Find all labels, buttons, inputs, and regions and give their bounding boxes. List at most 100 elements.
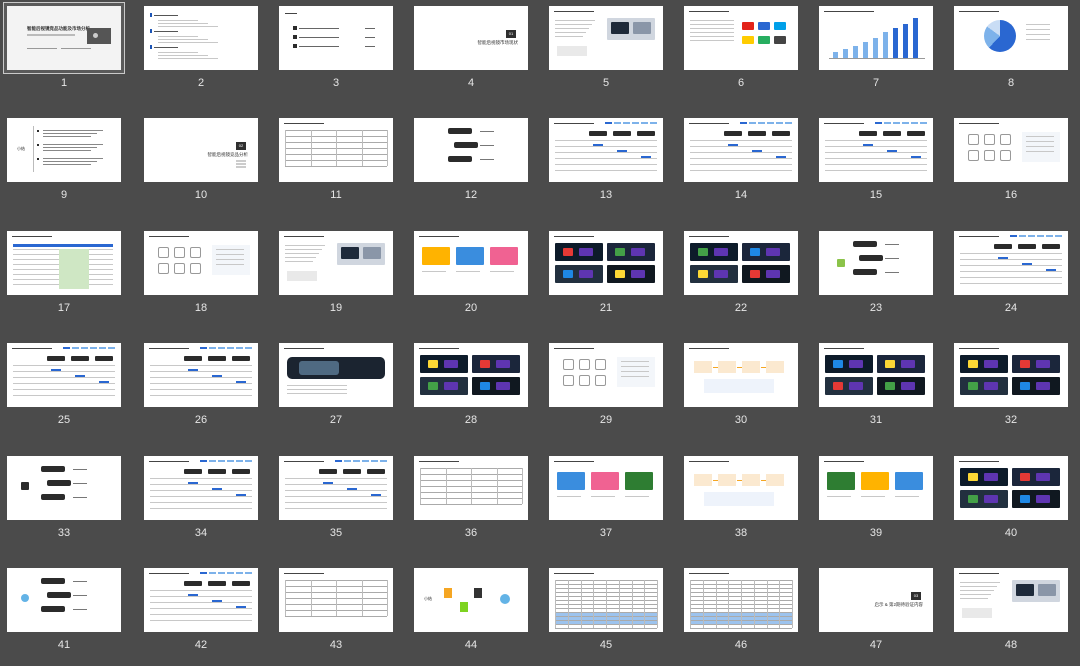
slide-thumbnail[interactable] [819, 231, 933, 295]
slide-thumbnail[interactable] [7, 568, 121, 632]
slide-thumbnail-cell[interactable]: 28 [414, 343, 528, 441]
slide-thumbnail-cell[interactable]: 20 [414, 231, 528, 329]
slide-thumbnail[interactable] [414, 343, 528, 407]
slide-thumbnail[interactable] [279, 6, 393, 70]
slide-thumbnail-cell[interactable]: 30 [684, 343, 798, 441]
slide-thumbnail-cell[interactable]: 37 [549, 456, 663, 554]
slide-thumbnail[interactable] [684, 231, 798, 295]
slide-thumbnail[interactable] [684, 343, 798, 407]
slide-decoration [73, 581, 87, 582]
slide-thumbnail-cell[interactable]: 17 [7, 231, 121, 329]
slide-decoration [631, 270, 645, 278]
slide-thumbnail-cell[interactable]: 小结 44 [414, 568, 528, 666]
slide-thumbnail-cell[interactable]: 45 [549, 568, 663, 666]
slide-thumbnail[interactable] [819, 343, 933, 407]
slide-thumbnail-cell[interactable]: 03 启示 & 第2期待验证内容 47 [819, 568, 933, 666]
slide-thumbnail[interactable]: 小结 [7, 118, 121, 182]
slide-thumbnail-cell[interactable]: 16 [954, 118, 1068, 216]
slide-thumbnail-cell[interactable]: 15 [819, 118, 933, 216]
slide-thumbnail-cell[interactable]: 24 [954, 231, 1068, 329]
slide-thumbnail-cell[interactable]: 2 [144, 6, 258, 104]
slide-thumbnail-cell[interactable]: 43 [279, 568, 393, 666]
slide-thumbnail[interactable] [144, 343, 258, 407]
slide-thumbnail-cell[interactable]: 40 [954, 456, 1068, 554]
slide-thumbnail[interactable] [414, 456, 528, 520]
slide-thumbnail[interactable] [7, 231, 121, 295]
slide-thumbnail-cell[interactable]: 23 [819, 231, 933, 329]
slide-thumbnail-cell[interactable]: 19 [279, 231, 393, 329]
slide-thumbnail[interactable] [7, 456, 121, 520]
slide-thumbnail[interactable] [549, 343, 663, 407]
slide-thumbnail-cell[interactable]: 41 [7, 568, 121, 666]
slide-thumbnail-cell[interactable]: 33 [7, 456, 121, 554]
slide-thumbnail[interactable] [684, 568, 798, 632]
slide-thumbnail[interactable] [819, 6, 933, 70]
slide-thumbnail[interactable] [954, 231, 1068, 295]
slide-thumbnail-cell[interactable]: 02 智能后视镜竞品分析 10 [144, 118, 258, 216]
slide-thumbnail-cell[interactable]: 46 [684, 568, 798, 666]
slide-thumbnail-cell[interactable]: 26 [144, 343, 258, 441]
slide-thumbnail-cell[interactable]: 13 [549, 118, 663, 216]
slide-thumbnail-cell[interactable]: 12 [414, 118, 528, 216]
slide-thumbnail[interactable] [684, 456, 798, 520]
slide-thumbnail-cell[interactable]: 14 [684, 118, 798, 216]
slide-thumbnail[interactable] [954, 343, 1068, 407]
slide-thumbnail[interactable] [954, 118, 1068, 182]
slide-thumbnail[interactable] [684, 6, 798, 70]
slide-thumbnail[interactable] [819, 118, 933, 182]
slide-thumbnail[interactable]: 01 智能后视镜市场现状 [414, 6, 528, 70]
slide-thumbnail-cell[interactable]: 48 [954, 568, 1068, 666]
slide-thumbnail-cell[interactable]: 25 [7, 343, 121, 441]
slide-thumbnail-cell[interactable]: 35 [279, 456, 393, 554]
slide-thumbnail[interactable]: 03 启示 & 第2期待验证内容 [819, 568, 933, 632]
slide-thumbnail[interactable] [144, 6, 258, 70]
slide-thumbnail[interactable]: 小结 [414, 568, 528, 632]
slide-thumbnail[interactable] [684, 118, 798, 182]
slide-thumbnail-cell[interactable]: 7 [819, 6, 933, 104]
slide-thumbnail-cell[interactable]: 8 [954, 6, 1068, 104]
slide-thumbnail-cell[interactable]: 小结 9 [7, 118, 121, 216]
slide-thumbnail[interactable] [7, 343, 121, 407]
slide-thumbnail[interactable] [549, 231, 663, 295]
slide-thumbnail[interactable] [279, 568, 393, 632]
slide-thumbnail[interactable] [549, 456, 663, 520]
slide-thumbnail-cell[interactable]: 38 [684, 456, 798, 554]
slide-thumbnail[interactable] [954, 456, 1068, 520]
slide-thumbnail-cell[interactable]: 5 [549, 6, 663, 104]
slide-thumbnail-cell[interactable]: 27 [279, 343, 393, 441]
slide-thumbnail-cell[interactable]: 6 [684, 6, 798, 104]
slide-thumbnail-cell[interactable]: 29 [549, 343, 663, 441]
slide-thumbnail-cell[interactable]: 34 [144, 456, 258, 554]
slide-thumbnail[interactable] [954, 6, 1068, 70]
slide-thumbnail[interactable] [144, 456, 258, 520]
slide-decoration [859, 255, 883, 261]
slide-thumbnail[interactable] [954, 568, 1068, 632]
slide-thumbnail-cell[interactable]: 36 [414, 456, 528, 554]
slide-thumbnail[interactable] [279, 456, 393, 520]
slide-thumbnail-cell[interactable]: 32 [954, 343, 1068, 441]
slide-decoration [776, 122, 783, 124]
slide-thumbnail[interactable] [549, 118, 663, 182]
slide-thumbnail-cell[interactable]: 22 [684, 231, 798, 329]
slide-thumbnail[interactable] [549, 568, 663, 632]
slide-thumbnail-cell[interactable]: 39 [819, 456, 933, 554]
slide-thumbnail-cell[interactable]: 42 [144, 568, 258, 666]
slide-thumbnail-cell[interactable]: 21 [549, 231, 663, 329]
slide-thumbnail[interactable] [549, 6, 663, 70]
slide-thumbnail-cell[interactable]: 11 [279, 118, 393, 216]
slide-thumbnail[interactable] [414, 118, 528, 182]
slide-thumbnail[interactable] [414, 231, 528, 295]
slide-thumbnail[interactable] [144, 231, 258, 295]
slide-thumbnail-cell[interactable]: 01 智能后视镜市场现状 4 [414, 6, 528, 104]
slide-thumbnail[interactable] [279, 343, 393, 407]
slide-thumbnail-cell[interactable]: 智能后视镜竞品功能及市场分析 1 [3, 2, 125, 104]
slide-thumbnail-cell[interactable]: 18 [144, 231, 258, 329]
slide-thumbnail[interactable]: 智能后视镜竞品功能及市场分析 [3, 2, 125, 74]
slide-thumbnail[interactable] [279, 231, 393, 295]
slide-thumbnail-cell[interactable]: 31 [819, 343, 933, 441]
slide-thumbnail[interactable] [279, 118, 393, 182]
slide-thumbnail[interactable] [144, 568, 258, 632]
slide-thumbnail[interactable]: 02 智能后视镜竞品分析 [144, 118, 258, 182]
slide-thumbnail[interactable] [819, 456, 933, 520]
slide-thumbnail-cell[interactable]: 3 [279, 6, 393, 104]
